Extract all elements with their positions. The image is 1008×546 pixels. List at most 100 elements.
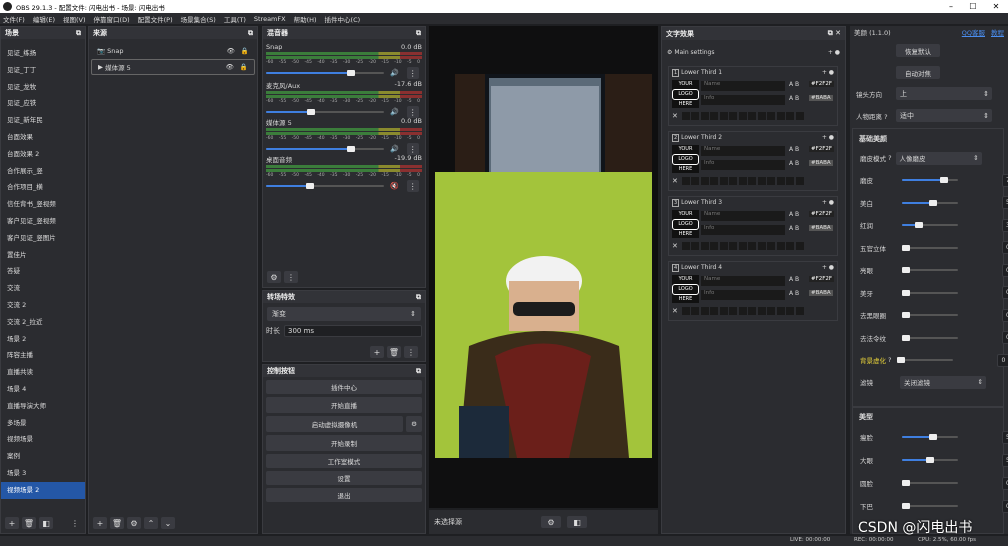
filter-select[interactable]: 关闭滤镜 ⇕ — [900, 375, 986, 389]
source-gear-icon[interactable]: ⚙ — [541, 516, 561, 528]
scene-item[interactable]: 场景 4 — [1, 381, 85, 398]
scene-item[interactable]: 直播导演大师 — [1, 398, 85, 415]
slot-box[interactable] — [691, 177, 700, 185]
scene-item[interactable]: 交流 2_拉近 — [1, 314, 85, 331]
slot-box[interactable] — [738, 112, 747, 120]
scene-item[interactable]: 置佳片 — [1, 247, 85, 264]
font-size-icon[interactable]: A B — [789, 146, 799, 153]
volume-slider[interactable] — [266, 183, 384, 189]
transition-more-icon[interactable]: ⋮ — [404, 346, 418, 358]
slot-box[interactable] — [786, 177, 795, 185]
slot-box[interactable] — [738, 307, 747, 315]
maximize-button[interactable]: ☐ — [962, 0, 984, 13]
slot-box[interactable] — [681, 112, 690, 120]
color-field[interactable]: #BABA — [809, 95, 833, 101]
beauty-value-spinbox[interactable]: 0 — [1002, 263, 1008, 277]
slot-box[interactable] — [710, 177, 719, 185]
scene-item[interactable]: 多场景 — [1, 415, 85, 432]
source-item[interactable]: 📷 Snap 👁 🔒 — [91, 43, 255, 59]
slot-box[interactable] — [719, 307, 728, 315]
mixer-more-icon[interactable]: ⋮ — [284, 271, 298, 283]
beauty-slider[interactable] — [897, 357, 954, 363]
start-recording-button[interactable]: 开始录制 — [266, 435, 422, 451]
add-icon[interactable]: + ● — [822, 69, 834, 76]
distance-select[interactable]: 适中 ⇕ — [896, 109, 992, 122]
qq-service-link[interactable]: QQ客服 — [962, 27, 985, 37]
slot-box[interactable] — [776, 177, 785, 185]
slot-box[interactable] — [795, 112, 804, 120]
scene-item[interactable]: 答疑 — [1, 263, 85, 280]
beauty-value-spinbox[interactable]: 0 — [1002, 499, 1008, 513]
name-input[interactable]: Name — [701, 81, 785, 91]
font-size-icon[interactable]: A B — [789, 276, 799, 283]
font-size-icon[interactable]: A B — [789, 225, 799, 232]
preview-area[interactable] — [429, 26, 658, 508]
visibility-eye-icon[interactable]: 👁 — [227, 47, 235, 55]
plugin-center-button[interactable]: 插件中心 — [266, 380, 422, 394]
lock-icon[interactable]: 🔒 — [240, 63, 248, 71]
studio-mode-button[interactable]: 工作室模式 — [266, 454, 422, 468]
slot-box[interactable] — [710, 242, 719, 250]
info-input[interactable]: Info — [701, 290, 785, 300]
undock-icon[interactable]: ⧉ — [76, 29, 81, 38]
scene-item[interactable]: 台面效果 — [1, 129, 85, 146]
scene-item[interactable]: 台面效果 2 — [1, 146, 85, 163]
lens-direction-select[interactable]: 上 ⇕ — [896, 87, 992, 100]
reset-default-button[interactable]: 恢复默认 — [896, 44, 940, 57]
scene-item[interactable]: 合作项目_横 — [1, 179, 85, 196]
scene-item[interactable]: 见证_应铁 — [1, 95, 85, 112]
undock-icon[interactable]: ⧉ — [248, 29, 253, 38]
slot-box[interactable] — [681, 177, 690, 185]
grind-mode-select[interactable]: 人像磨皮 ⇕ — [895, 151, 982, 165]
slot-box[interactable] — [710, 112, 719, 120]
slot-box[interactable] — [691, 242, 700, 250]
settings-button[interactable]: 设置 — [266, 471, 422, 485]
beauty-value-spinbox[interactable]: 55 — [1002, 430, 1008, 444]
beauty-slider[interactable] — [902, 289, 958, 296]
scene-item[interactable]: 交流 — [1, 280, 85, 297]
undock-icon[interactable]: ⧉ — [416, 293, 421, 302]
slot-box[interactable] — [719, 112, 728, 120]
scene-item[interactable]: 客户见证_竖视频 — [1, 213, 85, 230]
move-up-button[interactable]: ⌃ — [144, 517, 158, 529]
add-icon[interactable]: + ● — [822, 264, 834, 271]
logo-placeholder[interactable]: YOUR LOGO HERE — [672, 80, 699, 108]
beauty-value-spinbox[interactable]: 75 — [1002, 173, 1008, 187]
beauty-slider[interactable] — [902, 177, 958, 183]
filter-icon[interactable]: ◧ — [567, 516, 587, 528]
undock-icon[interactable]: ⧉ — [416, 367, 421, 376]
remove-source-button[interactable]: 🗑 — [110, 517, 124, 529]
beauty-value-spinbox[interactable]: 0 — [1002, 308, 1008, 322]
beauty-slider[interactable] — [902, 244, 958, 251]
scene-more-icon[interactable]: ⋮ — [68, 517, 82, 529]
font-size-icon[interactable]: A B — [789, 95, 799, 102]
move-down-button[interactable]: ⌄ — [161, 517, 175, 529]
color-field[interactable]: #F2F2F — [809, 276, 835, 282]
slot-box[interactable] — [786, 242, 795, 250]
beauty-value-spinbox[interactable]: 0 — [997, 353, 1008, 367]
color-field[interactable]: #BABA — [809, 290, 833, 296]
exit-button[interactable]: 退出 — [266, 488, 422, 502]
logo-placeholder[interactable]: YOUR LOGO HERE — [672, 210, 699, 238]
color-field[interactable]: #BABA — [809, 225, 833, 231]
slot-box[interactable] — [738, 242, 747, 250]
visibility-eye-icon[interactable]: 👁 — [226, 63, 234, 71]
scene-item[interactable]: 信任背书_竖视频 — [1, 196, 85, 213]
scene-item[interactable]: 视频场景 2 — [1, 481, 85, 499]
undock-icon[interactable]: ⧉ ✕ — [828, 29, 841, 38]
color-field[interactable]: #F2F2F — [809, 146, 835, 152]
minimize-button[interactable]: – — [940, 0, 962, 13]
advanced-audio-gear-icon[interactable]: ⚙ — [267, 271, 281, 283]
scene-item[interactable]: 见证_龙牧 — [1, 79, 85, 96]
beauty-slider[interactable] — [902, 312, 958, 318]
slot-box[interactable] — [700, 307, 709, 315]
start-streaming-button[interactable]: 开始直播 — [266, 397, 422, 413]
menu-view[interactable]: 视图(V) — [63, 14, 86, 24]
add-icon[interactable]: + ● — [822, 199, 834, 206]
slot-box[interactable] — [767, 177, 776, 185]
beauty-slider[interactable] — [902, 222, 958, 228]
menu-streamfx[interactable]: StreamFX — [254, 15, 286, 23]
menu-file[interactable]: 文件(F) — [3, 14, 25, 24]
undock-icon[interactable]: ⧉ — [416, 29, 421, 38]
slot-box[interactable] — [776, 242, 785, 250]
